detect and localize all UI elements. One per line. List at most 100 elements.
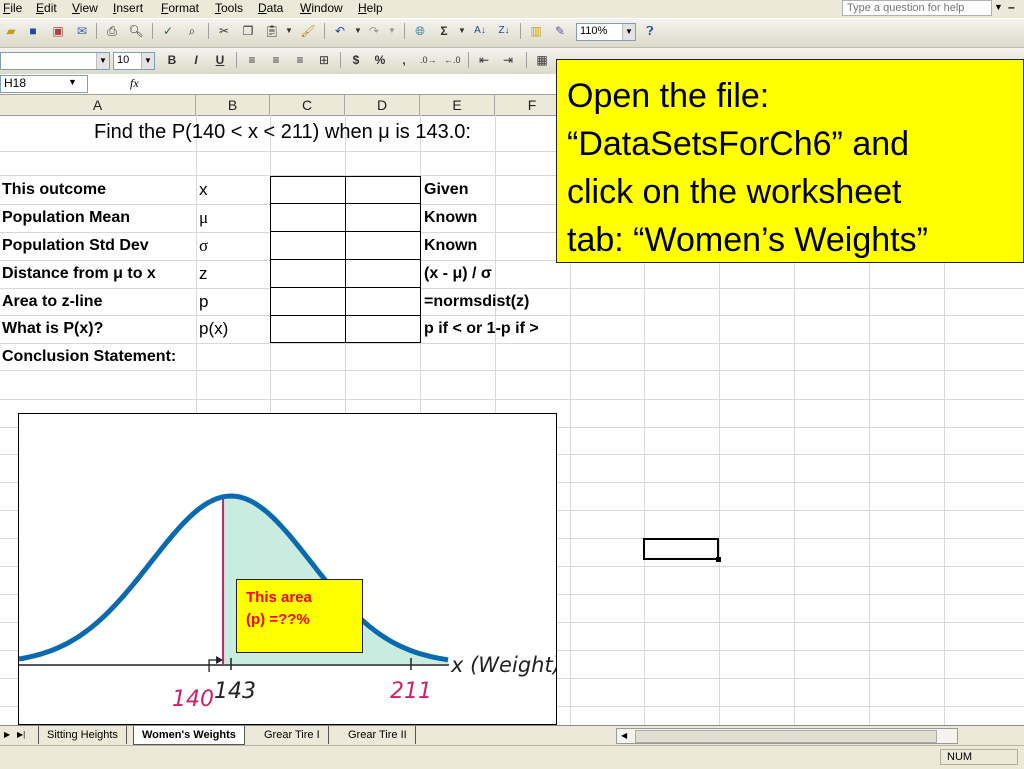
fill-handle[interactable] <box>716 557 721 562</box>
paste-dropdown-icon[interactable]: ▼ <box>281 23 297 39</box>
increase-indent-icon[interactable]: ⇥ <box>500 52 516 68</box>
column-header-b[interactable]: B <box>196 95 270 115</box>
symbol-z[interactable]: z <box>199 260 208 288</box>
input-c-mean[interactable] <box>270 203 346 232</box>
scrollbar-thumb[interactable] <box>635 730 937 743</box>
normal-curve-chart[interactable]: 140 143 211 x (Weight) This area (p) =??… <box>18 413 561 725</box>
tab-scroll-next-icon[interactable]: ▶ <box>4 726 10 744</box>
open-folder-icon[interactable]: ▰ <box>3 23 19 39</box>
help-icon[interactable]: ❓︎ <box>642 23 658 39</box>
label-conclusion[interactable]: Conclusion Statement: <box>2 343 176 371</box>
note-known-mean[interactable]: Known <box>424 204 477 232</box>
menu-format[interactable]: Format <box>161 1 199 15</box>
decrease-decimal-icon[interactable]: ←.0 <box>444 52 461 68</box>
decrease-indent-icon[interactable]: ⇤ <box>476 52 492 68</box>
input-c-std[interactable] <box>270 231 346 260</box>
symbol-x[interactable]: x <box>199 176 208 204</box>
note-known-std[interactable]: Known <box>424 232 477 260</box>
copy-icon[interactable]: ❐ <box>240 23 256 39</box>
font-size-select[interactable]: 10 ▼ <box>113 52 155 70</box>
undo-icon[interactable]: ↶ <box>332 23 348 39</box>
align-right-icon[interactable]: ≡ <box>292 52 308 68</box>
menu-window[interactable]: Window <box>300 1 343 15</box>
horizontal-scrollbar[interactable]: ◀ <box>616 728 958 744</box>
label-this-outcome[interactable]: This outcome <box>2 176 106 204</box>
redo-icon[interactable]: ↷ <box>366 23 382 39</box>
zoom-dropdown-icon[interactable]: ▼ <box>622 24 635 40</box>
column-header-e[interactable]: E <box>420 95 495 115</box>
cut-icon[interactable]: ✂ <box>216 23 232 39</box>
permission-icon[interactable]: ▣ <box>50 23 66 39</box>
percent-button[interactable]: % <box>372 52 388 68</box>
symbol-sigma[interactable]: σ <box>199 232 208 260</box>
tab-grear-tire-1[interactable]: Grear Tire I <box>256 726 329 744</box>
input-d-mean[interactable] <box>345 203 421 232</box>
menu-view[interactable]: View <box>72 1 98 15</box>
font-name-dropdown-icon[interactable]: ▼ <box>96 53 109 69</box>
symbol-p[interactable]: p <box>199 288 208 316</box>
autosum-icon[interactable]: Σ <box>436 23 452 39</box>
italic-button[interactable]: I <box>188 52 204 68</box>
note-normsdist[interactable]: =normsdist(z) <box>424 288 529 316</box>
label-area-to-z[interactable]: Area to z-line <box>2 288 102 316</box>
merge-center-icon[interactable]: ⊞ <box>316 52 332 68</box>
note-p-rule[interactable]: p if < or 1-p if > <box>424 315 539 343</box>
align-left-icon[interactable]: ≡ <box>244 52 260 68</box>
scroll-left-icon[interactable]: ◀ <box>621 729 627 743</box>
hyperlink-icon[interactable]: 🌐︎ <box>412 23 428 39</box>
function-icon[interactable]: fx <box>130 76 139 91</box>
note-given[interactable]: Given <box>424 176 468 204</box>
input-c-px[interactable] <box>270 315 346 343</box>
menu-file[interactable]: File <box>3 1 22 15</box>
drawing-icon[interactable]: ✎ <box>552 23 568 39</box>
input-c-p[interactable] <box>270 287 346 316</box>
print-icon[interactable]: ⎙ <box>104 23 120 39</box>
column-header-a[interactable]: A <box>0 95 196 115</box>
column-header-c[interactable]: C <box>270 95 345 115</box>
minimize-icon[interactable]: – <box>1008 0 1015 14</box>
label-what-is-px[interactable]: What is P(x)? <box>2 315 103 343</box>
input-d-std[interactable] <box>345 231 421 260</box>
paste-icon[interactable]: 📋︎ <box>264 23 280 39</box>
redo-dropdown-icon[interactable]: ▼ <box>384 23 400 39</box>
input-d-z[interactable] <box>345 259 421 288</box>
menu-edit[interactable]: Edit <box>36 1 57 15</box>
spelling-icon[interactable]: ✓ <box>160 23 176 39</box>
note-z-formula[interactable]: (x - μ) / σ <box>424 260 492 288</box>
research-icon[interactable]: ⌕ <box>184 23 200 39</box>
sort-descending-icon[interactable]: Z↓ <box>496 23 512 39</box>
print-preview-icon[interactable]: 🔍︎ <box>128 23 144 39</box>
currency-button[interactable]: $ <box>348 52 364 68</box>
input-c-outcome[interactable] <box>270 176 346 204</box>
underline-button[interactable]: U <box>212 52 228 68</box>
increase-decimal-icon[interactable]: .0→ <box>420 52 437 68</box>
chart-wizard-icon[interactable]: ▥ <box>528 23 544 39</box>
label-distance[interactable]: Distance from μ to x <box>2 260 156 288</box>
help-dropdown-icon[interactable]: ▼ <box>994 2 1003 12</box>
sort-ascending-icon[interactable]: A↓ <box>472 23 488 39</box>
input-d-outcome[interactable] <box>345 176 421 204</box>
save-icon[interactable]: ■ <box>25 23 41 39</box>
help-search-input[interactable] <box>842 0 992 16</box>
menu-tools[interactable]: Tools <box>215 1 243 15</box>
zoom-select[interactable]: 110% ▼ <box>576 23 636 41</box>
tab-sitting-heights[interactable]: Sitting Heights <box>38 726 127 744</box>
input-d-px[interactable] <box>345 315 421 343</box>
align-center-icon[interactable]: ≡ <box>268 52 284 68</box>
tab-grear-tire-2[interactable]: Grear Tire II <box>340 726 416 744</box>
autosum-dropdown-icon[interactable]: ▼ <box>454 23 470 39</box>
symbol-px[interactable]: p(x) <box>199 315 228 343</box>
comma-button[interactable]: , <box>396 52 412 68</box>
tab-scroll-last-icon[interactable]: ▶| <box>17 726 25 744</box>
column-header-d[interactable]: D <box>345 95 420 115</box>
symbol-mu[interactable]: μ <box>199 204 208 232</box>
format-painter-icon[interactable]: 🖌︎ <box>300 23 316 39</box>
label-population-mean[interactable]: Population Mean <box>2 204 130 232</box>
email-icon[interactable]: ✉ <box>74 23 90 39</box>
menu-data[interactable]: Data <box>258 1 283 15</box>
undo-dropdown-icon[interactable]: ▼ <box>350 23 366 39</box>
input-c-z[interactable] <box>270 259 346 288</box>
input-d-p[interactable] <box>345 287 421 316</box>
sheet-title[interactable]: Find the P(140 < x < 211) when μ is 143.… <box>94 121 471 144</box>
menu-help[interactable]: Help <box>358 1 383 15</box>
